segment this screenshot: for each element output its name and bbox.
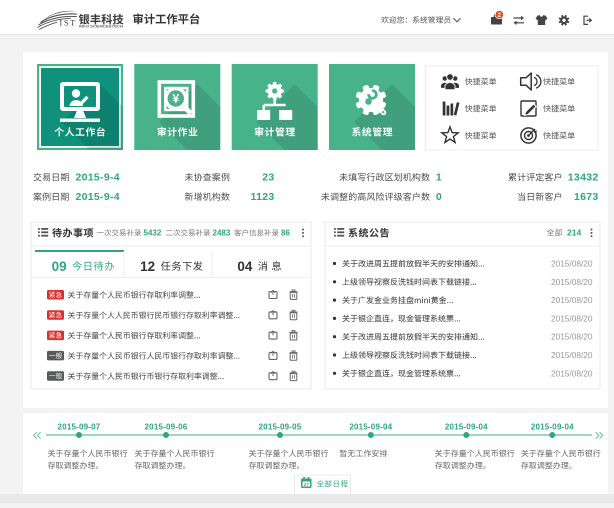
- svg-text:1123: 1123: [251, 191, 275, 203]
- svg-text:13432: 13432: [568, 172, 599, 184]
- svg-text:12: 12: [140, 259, 155, 274]
- svg-text:0: 0: [436, 191, 442, 203]
- svg-text:IST: IST: [60, 19, 77, 28]
- svg-text:2015/08/20: 2015/08/20: [551, 277, 593, 287]
- svg-text:2015/08/20: 2015/08/20: [551, 313, 593, 323]
- svg-text:2015/08/20: 2015/08/20: [551, 350, 593, 360]
- svg-text:1: 1: [436, 172, 442, 184]
- svg-text:2015-09-05: 2015-09-05: [259, 423, 302, 432]
- svg-text:214: 214: [567, 228, 581, 238]
- svg-text:86: 86: [281, 229, 290, 238]
- svg-text:2015-9-4: 2015-9-4: [76, 172, 120, 184]
- svg-text:2015-09-04: 2015-09-04: [531, 423, 574, 432]
- svg-text:5432: 5432: [144, 229, 162, 238]
- svg-text:27: 27: [304, 482, 310, 487]
- svg-text:2015-09-07: 2015-09-07: [58, 423, 101, 432]
- svg-text:1673: 1673: [574, 191, 599, 203]
- svg-text:2015-09-06: 2015-09-06: [145, 423, 188, 432]
- svg-text:09: 09: [52, 259, 67, 274]
- svg-text:2015-9-4: 2015-9-4: [76, 191, 120, 203]
- svg-text:2015/08/20: 2015/08/20: [551, 368, 593, 378]
- svg-text:23: 23: [262, 172, 274, 184]
- svg-text:INFO SCIENCE&TECH: INFO SCIENCE&TECH: [79, 24, 124, 28]
- svg-text:04: 04: [237, 259, 253, 274]
- svg-text:2015/08/20: 2015/08/20: [551, 259, 593, 269]
- svg-text:2483: 2483: [213, 229, 231, 238]
- svg-text:2015-09-04: 2015-09-04: [349, 423, 392, 432]
- svg-text:2015/08/20: 2015/08/20: [551, 332, 593, 342]
- svg-text:2015/08/20: 2015/08/20: [551, 295, 593, 305]
- svg-text:2015-09-04: 2015-09-04: [445, 423, 488, 432]
